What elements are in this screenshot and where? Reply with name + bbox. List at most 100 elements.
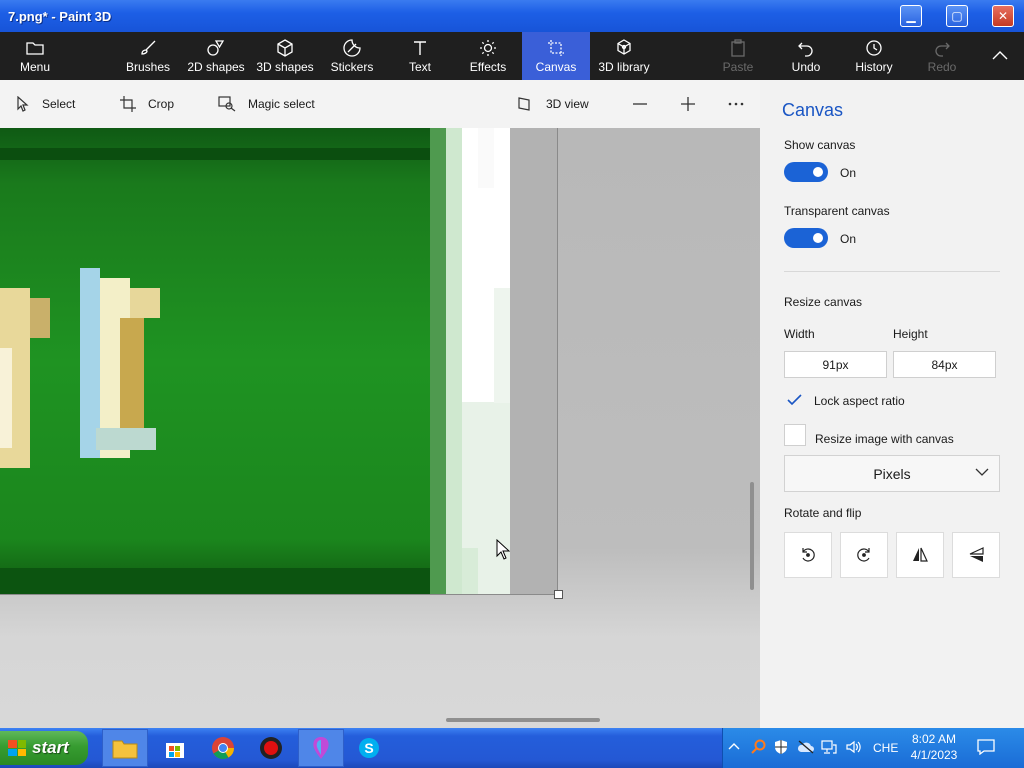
taskbar-skype[interactable]: S xyxy=(346,729,392,767)
paste-label: Paste xyxy=(722,60,754,74)
zoom-out-button[interactable] xyxy=(632,80,660,128)
clock[interactable]: 8:02 AM 4/1/2023 xyxy=(909,731,959,763)
shapes-2d-icon xyxy=(206,38,226,58)
menu-button[interactable]: Menu xyxy=(14,32,56,80)
clock-date: 4/1/2023 xyxy=(910,748,958,762)
zoom-in-button[interactable] xyxy=(680,80,708,128)
library-3d-icon xyxy=(615,38,633,58)
menu-label: Menu xyxy=(19,60,51,74)
rotate-right-button[interactable] xyxy=(840,532,888,578)
maximize-icon: ▢ xyxy=(951,9,963,23)
show-canvas-state: On xyxy=(840,166,857,180)
history-icon xyxy=(865,38,883,58)
flip-horizontal-button[interactable] xyxy=(896,532,944,578)
folder-icon xyxy=(112,740,138,759)
tool-canvas[interactable]: Canvas xyxy=(522,32,590,80)
tool-stickers[interactable]: Stickers xyxy=(328,32,376,80)
tool-brushes[interactable]: Brushes xyxy=(124,32,172,80)
canvas-label: Canvas xyxy=(535,60,577,74)
store-icon xyxy=(166,743,184,758)
text-icon xyxy=(412,38,428,58)
undo-icon xyxy=(797,38,815,58)
taskbar: start S CHE 8:02 AM 4/1/2023 xyxy=(0,728,1024,768)
canvas-workarea[interactable] xyxy=(0,128,760,728)
tool-2d-shapes[interactable]: 2D shapes xyxy=(186,32,246,80)
transparent-canvas-label: Transparent canvas xyxy=(784,204,890,218)
panel-divider xyxy=(784,271,1000,272)
redo-label: Redo xyxy=(927,60,957,74)
svg-text:S: S xyxy=(364,740,373,756)
chrome-icon xyxy=(212,737,234,759)
effects-label: Effects xyxy=(469,60,507,74)
lock-aspect-label: Lock aspect ratio xyxy=(814,394,905,408)
undo-button[interactable]: Undo xyxy=(788,32,824,80)
select-button[interactable]: Select xyxy=(16,80,75,128)
flip-vertical-button[interactable] xyxy=(952,532,1000,578)
tool-3d-library[interactable]: 3D library xyxy=(596,32,652,80)
horizontal-scrollbar[interactable] xyxy=(446,718,600,722)
canvas-icon xyxy=(547,38,565,58)
resize-handle[interactable] xyxy=(554,590,563,599)
chevron-down-icon xyxy=(975,468,989,476)
undo-label: Undo xyxy=(791,60,821,74)
canvas-subtoolbar: Select Crop Magic select 3D view xyxy=(0,80,760,128)
more-options-button[interactable] xyxy=(728,80,756,128)
system-tray: CHE 8:02 AM 4/1/2023 xyxy=(722,728,1024,768)
taskbar-paint3d[interactable] xyxy=(298,729,344,767)
history-button[interactable]: History xyxy=(852,32,896,80)
resize-image-checkbox[interactable] xyxy=(784,424,806,446)
panel-title: Canvas xyxy=(782,100,844,120)
width-input[interactable]: 91px xyxy=(784,351,887,378)
redo-button[interactable]: Redo xyxy=(924,32,960,80)
more-icon xyxy=(728,102,744,106)
rotate-right-icon xyxy=(857,548,870,562)
taskbar-store[interactable] xyxy=(152,729,198,767)
search-icon xyxy=(751,739,766,754)
width-label: Width xyxy=(784,327,815,341)
shield-icon xyxy=(775,740,787,754)
minus-icon xyxy=(633,103,647,105)
chevron-up-icon xyxy=(991,45,1009,65)
language-indicator[interactable]: CHE xyxy=(873,741,898,755)
magic-select-button[interactable]: Magic select xyxy=(218,80,315,128)
height-input[interactable]: 84px xyxy=(893,351,996,378)
lock-aspect-checkbox[interactable] xyxy=(784,389,806,411)
tool-text[interactable]: Text xyxy=(400,32,440,80)
magic-select-label: Magic select xyxy=(248,97,315,111)
start-button[interactable]: start xyxy=(0,731,88,765)
paste-button[interactable]: Paste xyxy=(720,32,756,80)
vertical-scrollbar[interactable] xyxy=(750,482,754,590)
taskbar-recorder[interactable] xyxy=(248,729,294,767)
maximize-button[interactable]: ▢ xyxy=(946,5,968,27)
rotate-left-button[interactable] xyxy=(784,532,832,578)
view-3d-button[interactable]: 3D view xyxy=(518,80,589,128)
letter-pixels xyxy=(0,268,160,468)
shapes3d-label: 3D shapes xyxy=(256,60,314,74)
collapse-toolbar-button[interactable] xyxy=(984,32,1016,80)
tool-effects[interactable]: Effects xyxy=(466,32,510,80)
folder-icon xyxy=(26,38,44,58)
text-label: Text xyxy=(408,60,431,74)
transparent-canvas-state: On xyxy=(840,232,857,246)
sun-icon xyxy=(479,38,497,58)
rotate-left-icon xyxy=(802,548,815,562)
taskbar-file-explorer[interactable] xyxy=(102,729,148,767)
crop-button[interactable]: Crop xyxy=(120,80,174,128)
history-label: History xyxy=(855,60,893,74)
taskbar-chrome[interactable] xyxy=(200,729,246,767)
select-label: Select xyxy=(42,97,76,111)
canvas-artboard[interactable] xyxy=(0,128,558,595)
show-canvas-toggle[interactable] xyxy=(784,162,828,182)
minimize-button[interactable]: ▁ xyxy=(900,5,922,27)
crop-label: Crop xyxy=(148,97,175,111)
library3d-label: 3D library xyxy=(598,60,650,74)
main-toolbar: Menu Brushes 2D shapes 3D shapes Sticker… xyxy=(0,32,1024,80)
flip-vertical-icon xyxy=(969,547,984,562)
cloud-icon xyxy=(797,740,814,754)
close-button[interactable]: ✕ xyxy=(992,5,1014,27)
skype-icon: S xyxy=(359,738,379,758)
flip-horizontal-icon xyxy=(913,547,928,562)
transparent-canvas-toggle[interactable] xyxy=(784,228,828,248)
tool-3d-shapes[interactable]: 3D shapes xyxy=(254,32,316,80)
unit-dropdown[interactable]: Pixels xyxy=(784,455,1000,492)
